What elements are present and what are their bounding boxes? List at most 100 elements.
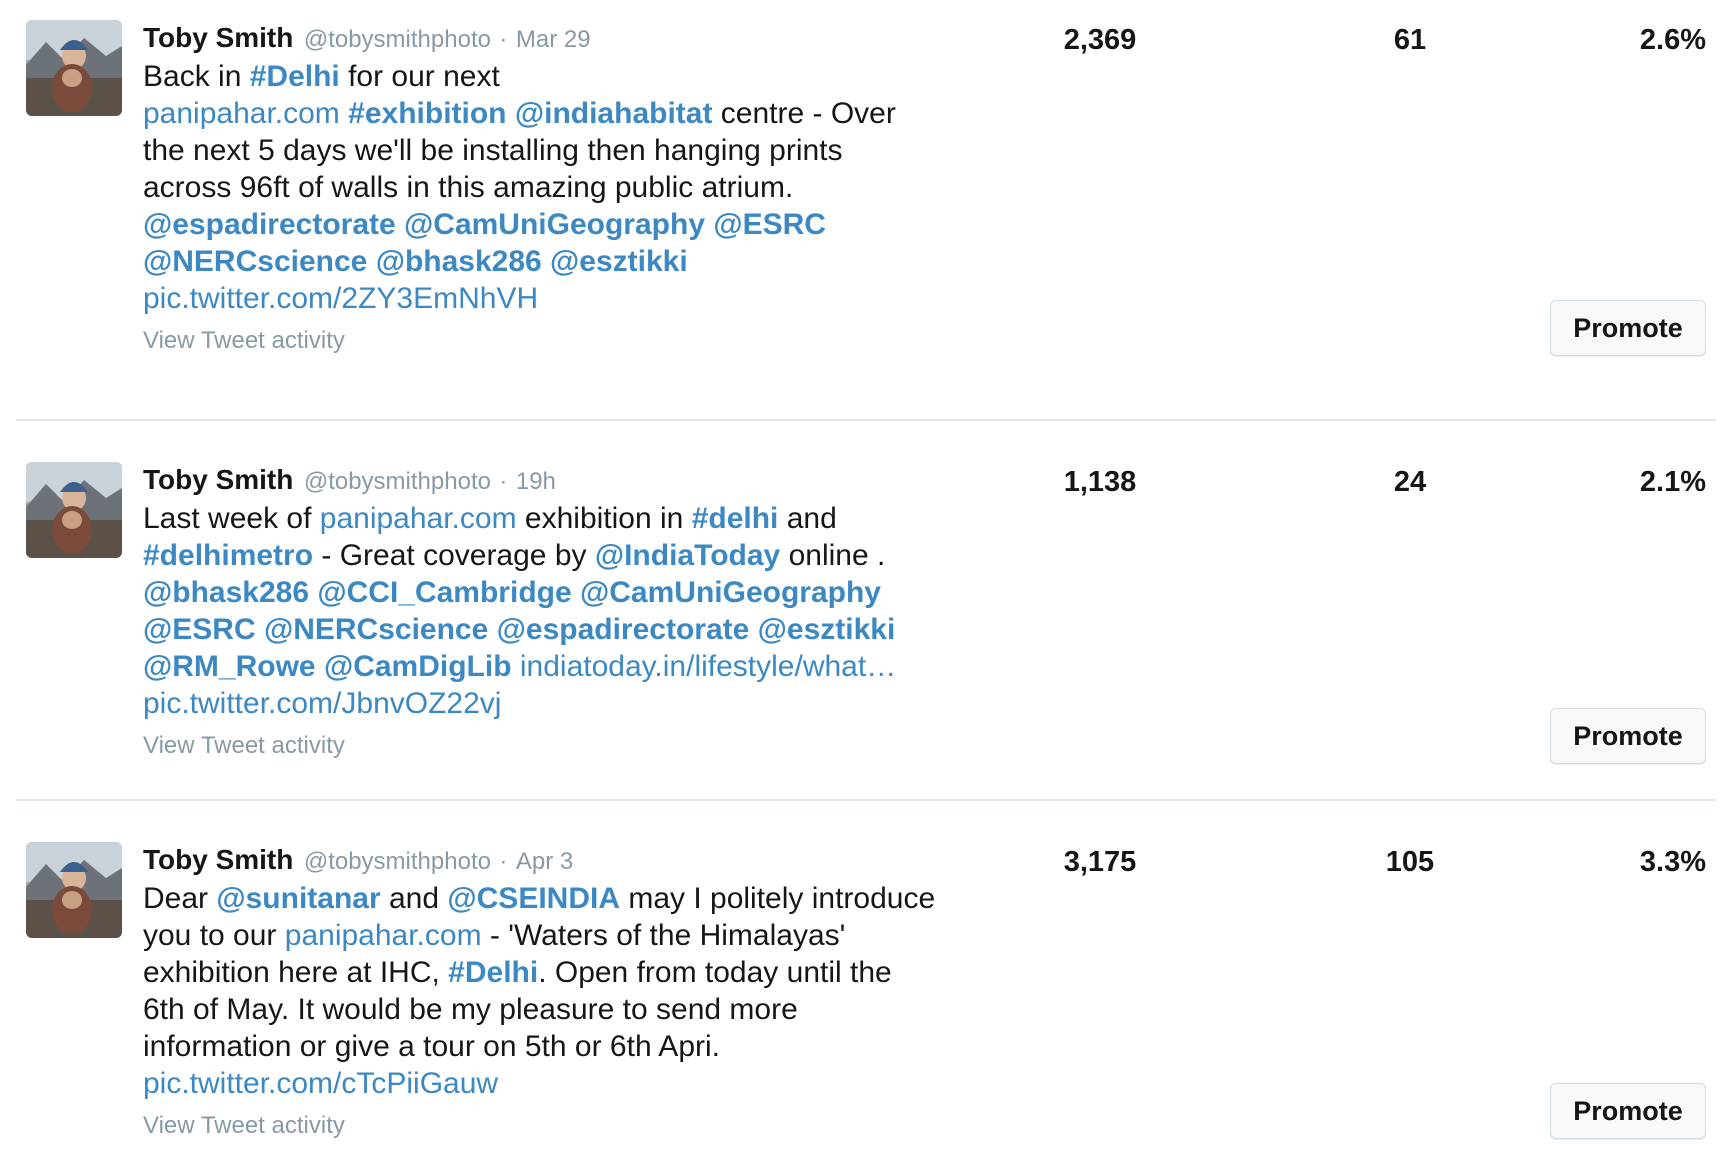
avatar-photo-icon <box>26 462 122 558</box>
tweet-header: Toby Smith @tobysmithphoto · Apr 3 <box>143 840 943 880</box>
tweet-text-line: across 96ft of walls in this amazing pub… <box>143 169 943 206</box>
promote-button[interactable]: Promote <box>1550 708 1706 764</box>
tweet-body: Toby Smith @tobysmithphoto · Apr 3 Dear … <box>143 840 943 1140</box>
tweet-timestamp[interactable]: Mar 29 <box>516 26 591 53</box>
tweet-text-line: Last week of panipahar.com exhibition in… <box>143 500 943 537</box>
tweet-text-segment <box>340 97 348 130</box>
tweet-text-line: @ESRC @NERCscience @espadirectorate @esz… <box>143 611 943 648</box>
tweet-text-segment <box>507 97 515 130</box>
tweet-link[interactable]: indiatoday.in/lifestyle/what… <box>520 650 896 683</box>
tweet-mention[interactable]: @CamDigLib <box>324 650 512 683</box>
tweet-text-line: #delhimetro - Great coverage by @IndiaTo… <box>143 537 943 574</box>
engagements-count: 24 <box>1393 466 1427 498</box>
tweet-text-line: you to our panipahar.com - 'Waters of th… <box>143 917 943 954</box>
tweet-mention[interactable]: @espadirectorate <box>143 208 396 241</box>
tweet-text-segment: for our next <box>339 60 500 93</box>
author-handle[interactable]: @tobysmithphoto <box>304 26 491 53</box>
tweet-text-segment <box>367 245 375 278</box>
tweet-link[interactable]: panipahar.com <box>320 502 517 535</box>
tweet-timestamp[interactable]: Apr 3 <box>516 848 573 875</box>
tweet-hashtag[interactable]: #delhi <box>692 502 779 535</box>
tweet-text-segment <box>542 245 550 278</box>
tweet-text-segment: exhibition here at IHC, <box>143 956 449 989</box>
view-tweet-activity-link[interactable]: View Tweet activity <box>143 732 345 760</box>
tweet-link[interactable]: panipahar.com <box>143 97 340 130</box>
promote-button[interactable]: Promote <box>1550 1083 1706 1139</box>
tweet-text-line: Back in #Delhi for our next <box>143 58 943 95</box>
tweet-mention[interactable]: @espadirectorate <box>497 613 750 646</box>
author-handle[interactable]: @tobysmithphoto <box>304 848 491 875</box>
tweet-mention[interactable]: @CamUniGeography <box>404 208 705 241</box>
tweet-text-segment: exhibition in <box>516 502 692 535</box>
tweet-mention[interactable]: @CamUniGeography <box>580 576 881 609</box>
tweet-text-segment: across 96ft of walls in this amazing pub… <box>143 171 794 204</box>
tweet-timestamp[interactable]: 19h <box>516 468 556 495</box>
tweet-mention[interactable]: @RM_Rowe <box>143 650 316 683</box>
tweet-link[interactable]: pic.twitter.com/2ZY3EmNhVH <box>143 282 538 315</box>
tweet-body: Toby Smith @tobysmithphoto · 19h Last we… <box>143 460 943 760</box>
tweet-mention[interactable]: @bhask286 <box>143 576 309 609</box>
author-handle[interactable]: @tobysmithphoto <box>304 468 491 495</box>
tweet-text-line: information or give a tour on 5th or 6th… <box>143 1028 943 1065</box>
tweet-text-segment: . Open from today until the <box>538 956 892 989</box>
tweet-link[interactable]: pic.twitter.com/cTcPiiGauw <box>143 1067 498 1100</box>
tweet-text: Back in #Delhi for our next panipahar.com… <box>143 58 943 317</box>
tweet-hashtag[interactable]: #Delhi <box>250 60 340 93</box>
tweet-text-line: @espadirectorate @CamUniGeography @ESRC <box>143 206 943 243</box>
avatar-photo-icon <box>26 842 122 938</box>
tweet-mention[interactable]: @esztikki <box>758 613 896 646</box>
author-name[interactable]: Toby Smith <box>143 22 293 53</box>
tweet-text-segment: the next 5 days we'll be installing then… <box>143 134 843 167</box>
tweet-hashtag[interactable]: #Delhi <box>448 956 538 989</box>
tweet-text-segment: 6th of May. It would be my pleasure to s… <box>143 993 798 1026</box>
tweet-text-segment: online . <box>780 539 886 572</box>
tweet-text-segment <box>749 613 757 646</box>
tweet-text-segment: information or give a tour on 5th or 6th… <box>143 1030 720 1063</box>
tweet-mention[interactable]: @ESRC <box>143 613 256 646</box>
tweet-mention[interactable]: @CSEINDIA <box>447 882 620 915</box>
avatar[interactable] <box>26 842 122 938</box>
view-tweet-activity-link[interactable]: View Tweet activity <box>143 1112 345 1140</box>
tweet-mention[interactable]: @esztikki <box>550 245 688 278</box>
tweet-link[interactable]: panipahar.com <box>285 919 482 952</box>
tweet-header: Toby Smith @tobysmithphoto · 19h <box>143 460 943 500</box>
tweet-mention[interactable]: @sunitanar <box>216 882 380 915</box>
tweet-link[interactable]: pic.twitter.com/JbnvOZ22vj <box>143 687 501 720</box>
tweet-hashtag[interactable]: #exhibition <box>348 97 506 130</box>
avatar[interactable] <box>26 462 122 558</box>
impressions-count: 1,138 <box>1063 466 1137 498</box>
tweet-text: Last week of panipahar.com exhibition in… <box>143 500 943 722</box>
tweet-mention[interactable]: @NERCscience <box>264 613 488 646</box>
tweet-mention[interactable]: @indiahabitat <box>515 97 713 130</box>
tweet-mention[interactable]: @IndiaToday <box>595 539 780 572</box>
tweet-text-line: @RM_Rowe @CamDigLib indiatoday.in/lifest… <box>143 648 943 685</box>
tweet-text-line: pic.twitter.com/JbnvOZ22vj <box>143 685 943 722</box>
tweet-mention[interactable]: @NERCscience <box>143 245 367 278</box>
tweet-text-line: panipahar.com #exhibition @indiahabitat … <box>143 95 943 132</box>
tweet-mention[interactable]: @ESRC <box>713 208 826 241</box>
tweet-row: Toby Smith @tobysmithphoto · 19h Last we… <box>0 420 1732 800</box>
tweet-text-line: pic.twitter.com/2ZY3EmNhVH <box>143 280 943 317</box>
tweet-text-segment: Last week of <box>143 502 320 535</box>
separator-dot: · <box>499 468 508 495</box>
author-name[interactable]: Toby Smith <box>143 464 293 495</box>
engagements-count: 105 <box>1385 846 1435 878</box>
engagement-rate: 2.1% <box>1639 466 1706 498</box>
view-tweet-activity-link[interactable]: View Tweet activity <box>143 327 345 355</box>
tweet-text-segment: may I politely introduce <box>620 882 936 915</box>
separator-dot: · <box>499 26 508 53</box>
avatar[interactable] <box>26 20 122 116</box>
tweet-text: Dear @sunitanar and @CSEINDIA may I poli… <box>143 880 943 1102</box>
author-name[interactable]: Toby Smith <box>143 844 293 875</box>
tweet-text-segment <box>512 650 520 683</box>
promote-button[interactable]: Promote <box>1550 300 1706 356</box>
tweet-text-line: exhibition here at IHC, #Delhi. Open fro… <box>143 954 943 991</box>
tweet-mention[interactable]: @CCI_Cambridge <box>317 576 571 609</box>
tweet-mention[interactable]: @bhask286 <box>376 245 542 278</box>
tweet-text-segment: and <box>380 882 448 915</box>
tweet-text-line: the next 5 days we'll be installing then… <box>143 132 943 169</box>
tweet-body: Toby Smith @tobysmithphoto · Mar 29 Back… <box>143 18 943 355</box>
engagements-count: 61 <box>1393 24 1427 56</box>
tweet-hashtag[interactable]: #delhimetro <box>143 539 313 572</box>
tweet-text-segment <box>316 650 324 683</box>
